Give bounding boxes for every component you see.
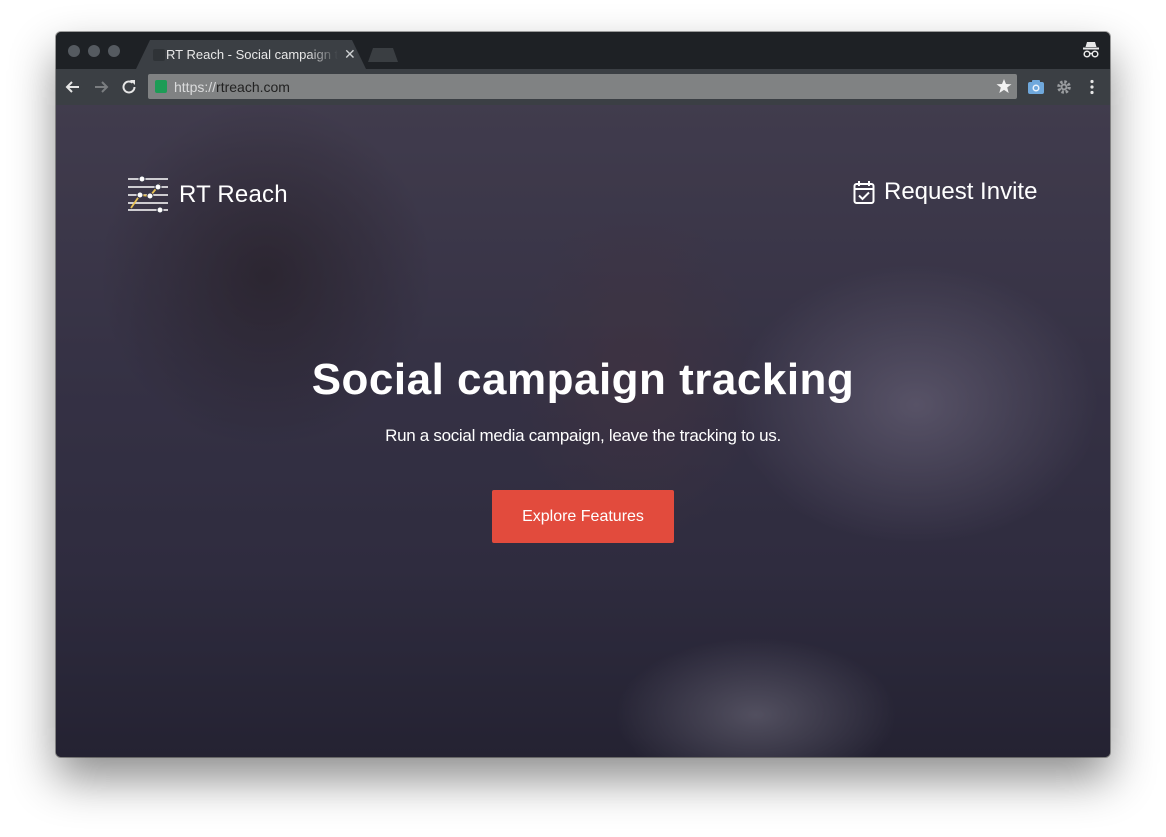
brand-name: RT Reach (179, 181, 288, 208)
hero-title: Social campaign tracking (311, 355, 855, 404)
lock-icon (155, 80, 167, 93)
favicon-icon (153, 49, 165, 61)
tab-strip: RT Reach - Social campaign tracking ✕ (56, 32, 1110, 69)
request-invite-label: Request Invite (884, 178, 1038, 205)
landing-page: RT Reach Request Invite Social campaign … (56, 105, 1110, 757)
tab-title: RT Reach - Social campaign tracking (166, 47, 338, 62)
sliders-logo-icon (128, 175, 168, 213)
incognito-icon (1083, 42, 1099, 58)
browser-tab[interactable]: RT Reach - Social campaign tracking ✕ (136, 40, 366, 69)
minimize-window-dot[interactable] (88, 45, 100, 57)
url-host: rtreach.com (216, 79, 290, 95)
zoom-window-dot[interactable] (108, 45, 120, 57)
kebab-menu-icon[interactable] (1083, 78, 1101, 96)
tab-close-icon[interactable]: ✕ (344, 46, 356, 63)
star-icon[interactable] (996, 78, 1012, 94)
browser-window: RT Reach - Social campaign tracking ✕ ht… (56, 32, 1110, 757)
url-scheme: https:// (174, 79, 217, 95)
calendar-check-icon (853, 181, 875, 204)
close-window-dot[interactable] (68, 45, 80, 57)
camera-extension-icon[interactable] (1027, 78, 1045, 96)
address-bar[interactable]: https://rtreach.com (148, 74, 1017, 99)
new-tab-button[interactable] (368, 48, 398, 62)
browser-toolbar: https://rtreach.com (56, 69, 1110, 105)
back-arrow-icon[interactable] (63, 77, 83, 97)
forward-arrow-icon[interactable] (91, 77, 111, 97)
url-text: https://rtreach.com (174, 79, 290, 95)
reload-icon[interactable] (119, 77, 139, 97)
hero-subtitle: Run a social media campaign, leave the t… (385, 426, 781, 445)
gear-icon[interactable] (1055, 78, 1073, 96)
explore-features-button[interactable]: Explore Features (492, 490, 674, 543)
